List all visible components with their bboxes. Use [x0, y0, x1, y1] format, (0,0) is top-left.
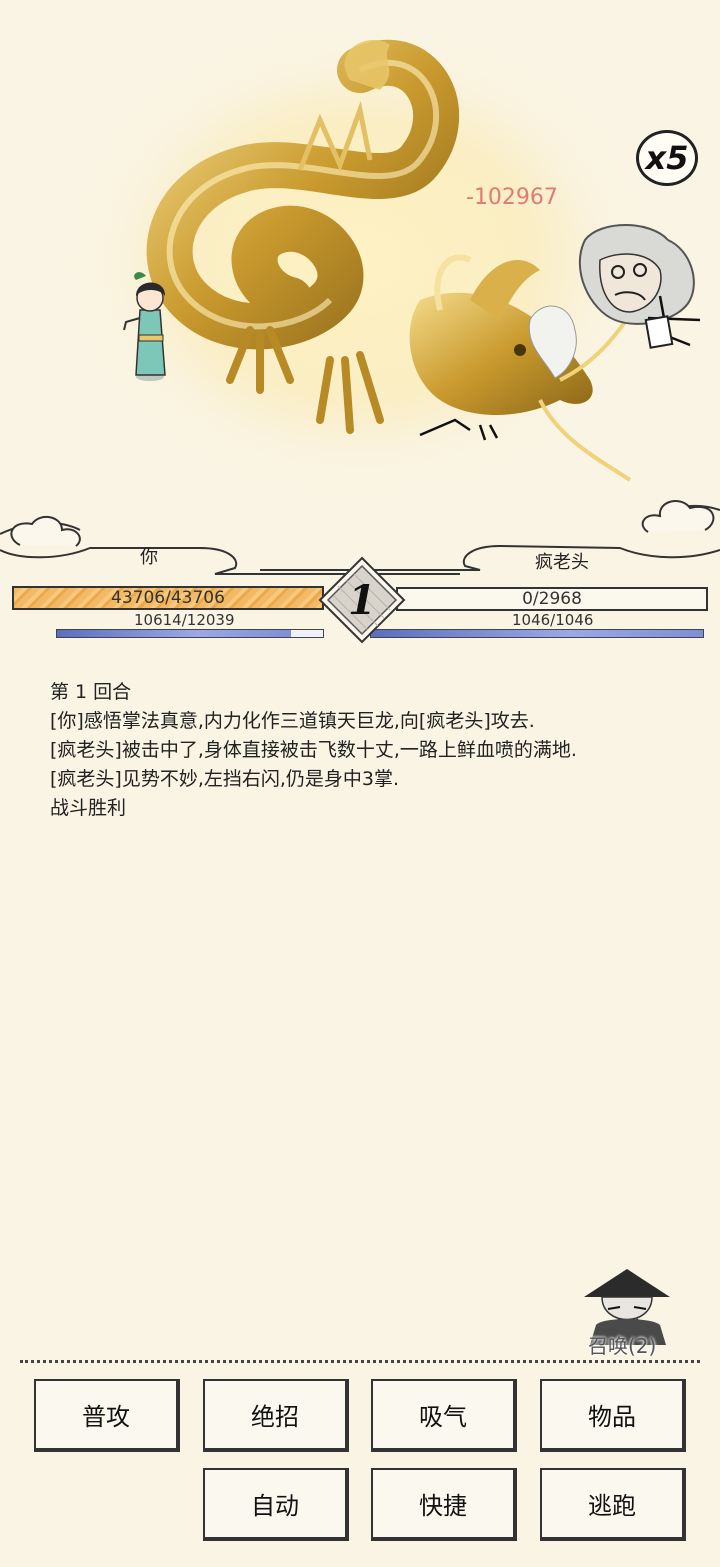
player-mp-fill	[57, 630, 292, 637]
battle-illustration	[60, 20, 701, 500]
log-line: [疯老头]被击中了,身体直接被击飞数十丈,一路上鲜血喷的满地.	[50, 739, 577, 761]
enemy-hp-text: 0/2968	[522, 588, 582, 609]
player-mp-text: 10614/12039	[134, 611, 235, 629]
player-name: 你	[140, 547, 158, 568]
log-line: 战斗胜利	[50, 797, 127, 819]
attack-button[interactable]: 普攻	[34, 1379, 180, 1452]
auto-button[interactable]: 自动	[203, 1468, 349, 1541]
summon-label[interactable]: 召唤(2)	[588, 1330, 656, 1359]
log-line: [你]感悟掌法真意,内力化作三道镇天巨龙,向[疯老头]攻去.	[50, 710, 535, 732]
player-hp-bar: 43706/43706	[12, 586, 324, 610]
action-divider	[20, 1360, 700, 1363]
log-line: [疯老头]见势不妙,左挡右闪,仍是身中3掌.	[50, 768, 400, 790]
enemy-mp-text: 1046/1046	[512, 611, 594, 629]
enemy-mp-fill	[371, 630, 703, 637]
enemy-name: 疯老头	[535, 552, 589, 573]
enemy-hp-bar: 0/2968	[396, 587, 708, 611]
ultimate-button[interactable]: 绝招	[203, 1379, 349, 1452]
flee-button[interactable]: 逃跑	[540, 1468, 686, 1541]
breathe-button[interactable]: 吸气	[371, 1379, 517, 1452]
player-mp-bar	[56, 629, 324, 638]
round-number: 1	[348, 576, 376, 624]
enemy-mp-bar	[370, 629, 704, 638]
battle-scene: x5 -102967	[0, 0, 720, 520]
log-line: 第 1 回合	[50, 681, 132, 703]
items-button[interactable]: 物品	[540, 1379, 686, 1452]
speed-multiplier-button[interactable]: x5	[636, 130, 698, 186]
player-hp-text: 43706/43706	[111, 587, 225, 608]
combat-log: 第 1 回合 [你]感悟掌法真意,内力化作三道镇天巨龙,向[疯老头]攻去. [疯…	[50, 678, 690, 823]
damage-popup: -102967	[466, 185, 558, 210]
shortcut-button[interactable]: 快捷	[371, 1468, 517, 1541]
